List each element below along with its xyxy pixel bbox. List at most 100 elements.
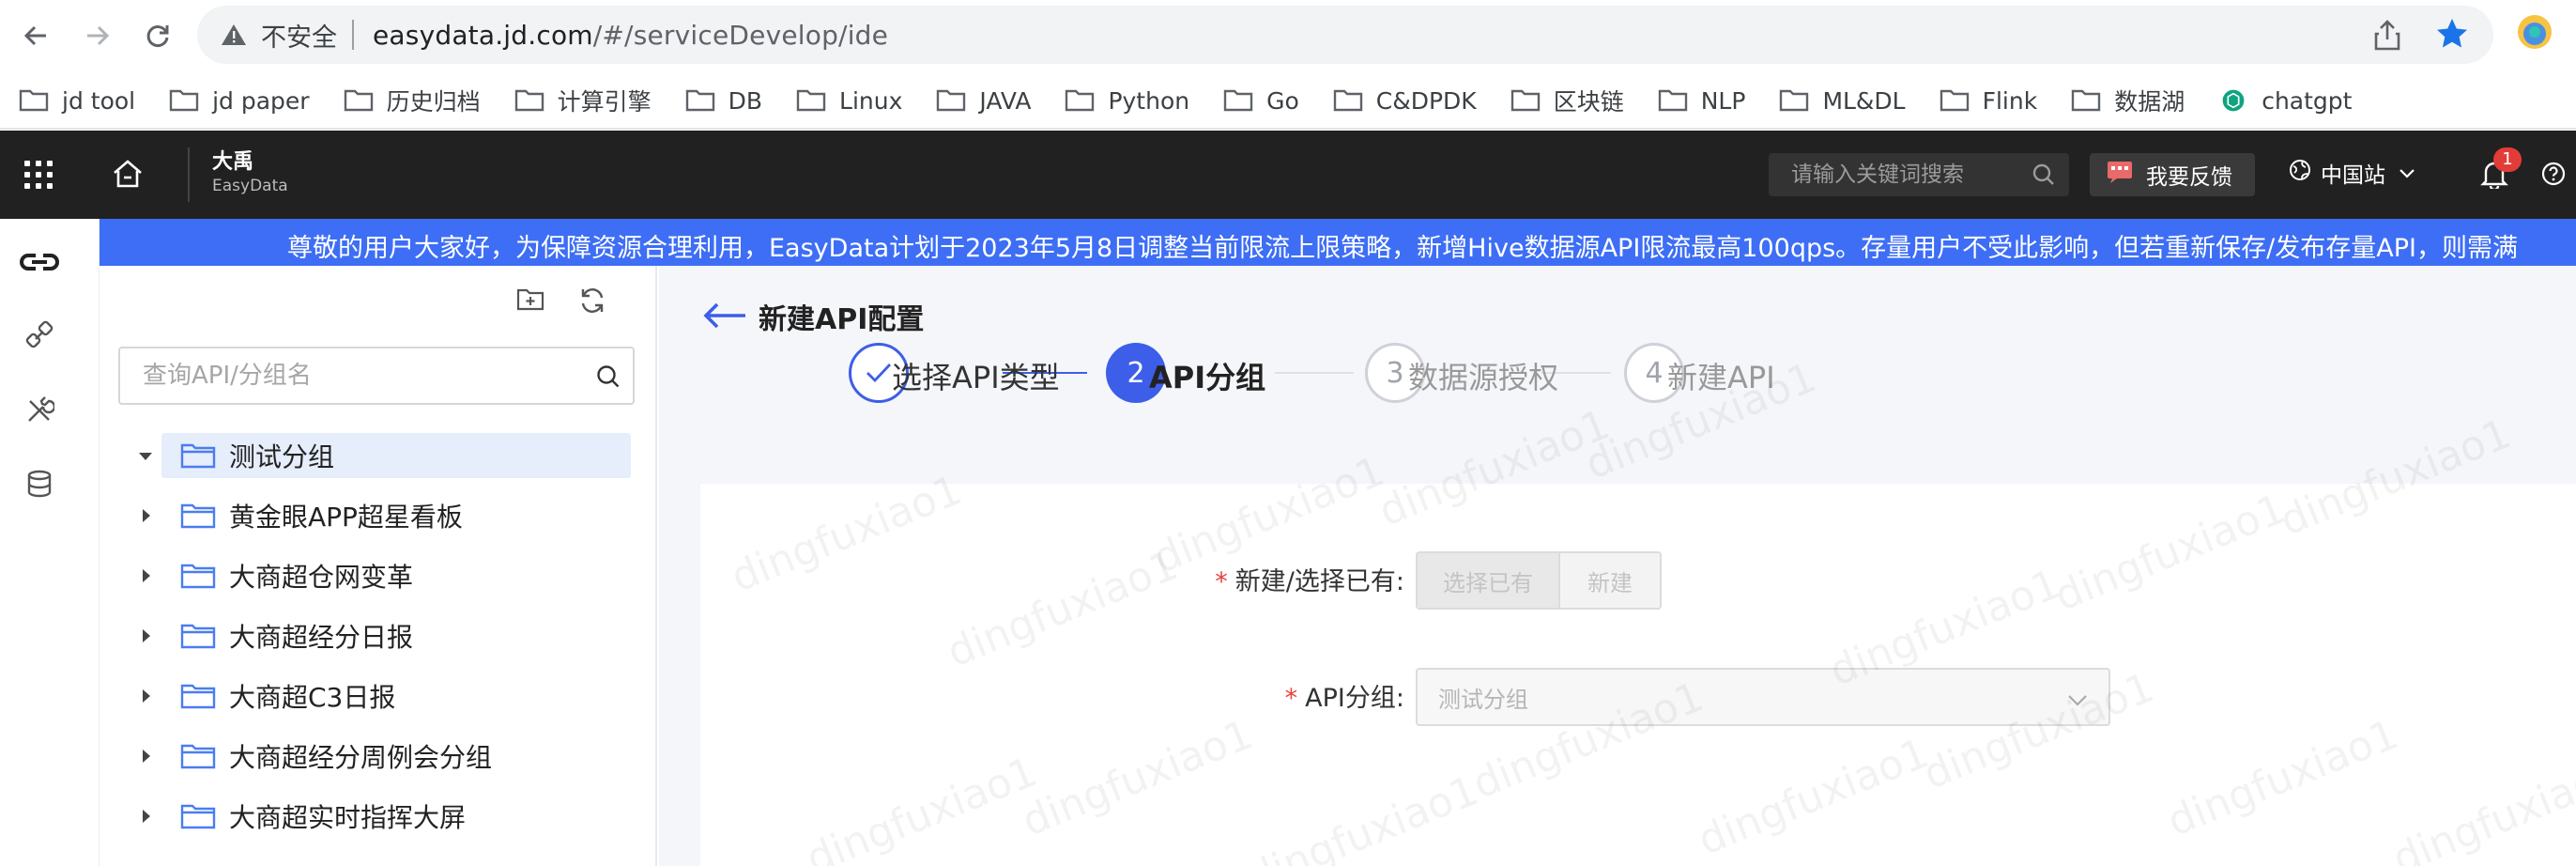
step-number: 3 bbox=[1386, 356, 1404, 390]
api-group-select[interactable]: 测试分组 bbox=[1416, 668, 2110, 726]
folder-icon bbox=[1066, 89, 1095, 112]
global-search-input[interactable] bbox=[1769, 162, 2013, 187]
api-link-icon[interactable] bbox=[19, 241, 60, 283]
add-folder-icon[interactable] bbox=[516, 286, 544, 315]
reload-icon bbox=[146, 25, 169, 47]
bookmark-item[interactable]: NLP bbox=[1658, 82, 1745, 119]
tree-item-label: 大商超经分日报 bbox=[229, 622, 414, 653]
address-bar[interactable]: 不安全 easydata.jd.com/#/serviceDevelop/ide bbox=[197, 6, 2493, 64]
region-label: 中国站 bbox=[2321, 163, 2385, 188]
bookmark-item[interactable]: Linux bbox=[796, 82, 902, 119]
chevron-down-icon bbox=[2399, 161, 2415, 185]
back-button[interactable] bbox=[13, 13, 58, 58]
tree-item[interactable]: 大商超C3日报 bbox=[128, 673, 395, 719]
bookmark-label: 区块链 bbox=[1553, 88, 1624, 116]
tree-item[interactable]: 大商超实时指挥大屏 bbox=[128, 794, 466, 839]
bookmark-item[interactable]: jd paper bbox=[169, 82, 310, 119]
bookmark-item[interactable]: 计算引擎 bbox=[514, 82, 652, 119]
database-icon[interactable] bbox=[19, 463, 60, 504]
notice-text: 尊敬的用户大家好，为保障资源合理利用，EasyData计划于2023年5月8日调… bbox=[287, 234, 2518, 263]
help-icon[interactable] bbox=[2540, 161, 2567, 191]
reload-button[interactable] bbox=[135, 13, 180, 58]
bookmark-item[interactable]: Python bbox=[1065, 82, 1189, 119]
feedback-icon bbox=[2107, 161, 2133, 189]
arrow-left-icon bbox=[23, 25, 46, 46]
brand-logo[interactable]: 大禹 EasyData bbox=[212, 149, 288, 196]
folder-icon bbox=[937, 89, 966, 112]
bookmark-label: ML&DL bbox=[1822, 86, 1906, 115]
back-arrow-icon[interactable] bbox=[702, 302, 747, 333]
caret-right-icon[interactable] bbox=[135, 806, 156, 827]
search-icon[interactable] bbox=[2032, 162, 2056, 191]
bookmark-item[interactable]: C&DPDK bbox=[1333, 82, 1477, 119]
warning-icon[interactable] bbox=[220, 21, 248, 49]
profile-avatar-icon[interactable] bbox=[2516, 13, 2553, 51]
folder-icon bbox=[19, 89, 49, 112]
home-icon[interactable] bbox=[111, 157, 145, 194]
tree-item[interactable]: 大商超经分日报 bbox=[128, 613, 413, 658]
tree-search-input[interactable] bbox=[120, 362, 571, 390]
step-4-label: 新建API bbox=[1667, 360, 1775, 395]
step-1-label: 选择API类型 bbox=[892, 360, 1060, 395]
create-new-option[interactable]: 新建 bbox=[1560, 553, 1660, 608]
bookmark-item[interactable]: ML&DL bbox=[1779, 82, 1906, 119]
notice-banner: 尊敬的用户大家好，为保障资源合理利用，EasyData计划于2023年5月8日调… bbox=[100, 219, 2576, 266]
url-host: easydata.jd.com bbox=[373, 19, 593, 51]
insecure-label[interactable]: 不安全 bbox=[261, 17, 337, 54]
url-text[interactable]: easydata.jd.com/#/serviceDevelop/ide bbox=[373, 20, 888, 51]
tools-icon[interactable] bbox=[19, 390, 60, 431]
select-existing-option[interactable]: 选择已有 bbox=[1418, 553, 1560, 608]
bookmark-item[interactable]: 数据湖 bbox=[2071, 82, 2185, 119]
mode-field-label: * 新建/选择已有: bbox=[1198, 561, 1404, 597]
connection-icon[interactable] bbox=[19, 315, 60, 356]
caret-right-icon[interactable] bbox=[135, 565, 156, 586]
bookmark-star-icon[interactable] bbox=[2435, 17, 2469, 54]
tree-search[interactable] bbox=[118, 347, 635, 405]
bookmark-item[interactable]: chatgpt bbox=[2218, 82, 2352, 119]
folder-icon bbox=[344, 89, 373, 112]
bookmark-item[interactable]: jd tool bbox=[19, 82, 135, 119]
folder-icon bbox=[2072, 89, 2101, 112]
bookmark-label: jd tool bbox=[62, 86, 136, 115]
caret-right-icon[interactable] bbox=[135, 746, 156, 766]
feedback-button[interactable]: 我要反馈 bbox=[2090, 153, 2255, 196]
header-divider bbox=[188, 147, 190, 202]
bookmark-item[interactable]: Flink bbox=[1940, 82, 2038, 119]
refresh-icon[interactable] bbox=[578, 286, 606, 318]
brand-name-cn: 大禹 bbox=[212, 150, 254, 174]
tree-item[interactable]: 大商超仓网变革 bbox=[128, 553, 413, 598]
search-icon[interactable] bbox=[595, 363, 621, 394]
bookmark-label: 计算引擎 bbox=[557, 88, 652, 116]
folder-icon bbox=[1658, 89, 1687, 112]
bookmark-item[interactable]: Go bbox=[1223, 82, 1299, 119]
mode-segmented-control[interactable]: 选择已有 新建 bbox=[1416, 551, 1662, 610]
bookmark-label: Flink bbox=[1982, 86, 2038, 115]
folder-icon bbox=[169, 89, 199, 112]
folder-icon bbox=[180, 564, 216, 589]
folder-icon bbox=[796, 89, 826, 112]
bookmark-item[interactable]: 区块链 bbox=[1510, 82, 1624, 119]
tree-item-label: 大商超C3日报 bbox=[229, 682, 396, 713]
global-search[interactable] bbox=[1769, 153, 2069, 196]
api-tree-panel: 测试分组黄金眼APP超星看板大商超仓网变革大商超经分日报大商超C3日报大商超经分… bbox=[100, 266, 657, 866]
caret-right-icon[interactable] bbox=[135, 505, 156, 526]
bookmark-item[interactable]: 历史归档 bbox=[344, 82, 481, 119]
step-3-label: 数据源授权 bbox=[1408, 360, 1559, 395]
caret-down-icon[interactable] bbox=[135, 445, 156, 466]
tree-item[interactable]: 大商超经分周例会分组 bbox=[128, 734, 492, 779]
folder-icon bbox=[685, 89, 714, 112]
region-selector[interactable]: 中国站 bbox=[2289, 157, 2415, 189]
brand-name-en: EasyData bbox=[212, 177, 288, 195]
bookmark-item[interactable]: DB bbox=[685, 82, 762, 119]
bookmark-label: 历史归档 bbox=[386, 88, 481, 116]
bookmark-label: Go bbox=[1266, 86, 1299, 115]
apps-grid-icon[interactable] bbox=[24, 161, 53, 189]
forward-button[interactable] bbox=[75, 13, 120, 58]
caret-right-icon[interactable] bbox=[135, 626, 156, 646]
bookmark-item[interactable]: JAVA bbox=[936, 82, 1031, 119]
caret-right-icon[interactable] bbox=[135, 686, 156, 706]
share-icon[interactable] bbox=[2373, 19, 2401, 54]
tree-item[interactable]: 黄金眼APP超星看板 bbox=[128, 493, 463, 538]
tree-item[interactable]: 测试分组 bbox=[128, 433, 631, 478]
folder-icon bbox=[180, 503, 216, 529]
